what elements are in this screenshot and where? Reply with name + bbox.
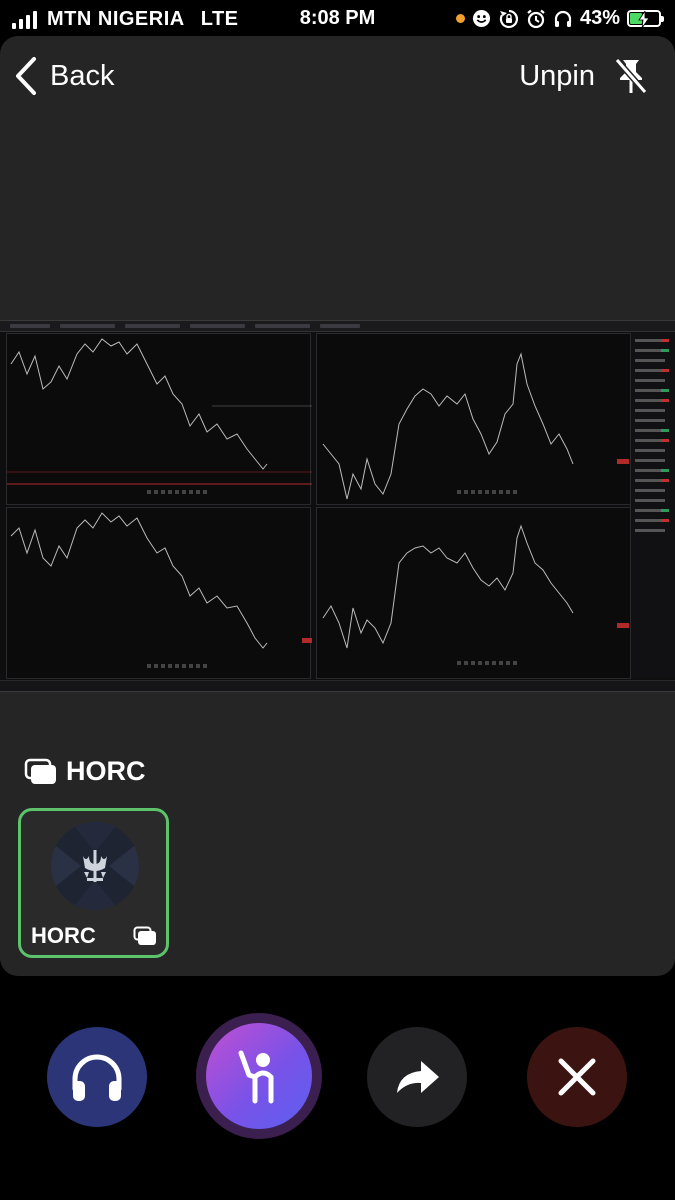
room-title: HORC bbox=[24, 756, 146, 787]
back-button[interactable]: Back bbox=[14, 56, 114, 96]
unpin-button[interactable]: Unpin bbox=[519, 56, 649, 96]
screen-share-icon bbox=[133, 926, 156, 945]
orange-dot bbox=[455, 14, 465, 23]
status-right: 43% bbox=[455, 7, 664, 30]
chart-footer bbox=[0, 680, 675, 691]
browser-tabs bbox=[0, 321, 675, 332]
headphones-icon bbox=[553, 9, 573, 29]
alarm-icon bbox=[526, 9, 546, 29]
unpin-icon bbox=[614, 58, 648, 94]
chart-pane-bottom-left bbox=[6, 507, 312, 679]
speaker-name: HORC bbox=[31, 923, 96, 948]
share-arrow-icon bbox=[397, 1061, 439, 1093]
battery-charging-icon bbox=[627, 10, 664, 28]
raise-hand-button[interactable] bbox=[206, 1023, 312, 1129]
watchlist-panel bbox=[630, 333, 675, 678]
shared-screen bbox=[0, 320, 675, 692]
battery-percent: 43% bbox=[579, 7, 620, 29]
screen-share-icon bbox=[24, 758, 56, 784]
space-controls bbox=[0, 976, 675, 1200]
listen-button[interactable] bbox=[47, 1027, 147, 1127]
close-icon bbox=[558, 1058, 596, 1096]
smiley-icon bbox=[472, 9, 492, 29]
space-card: Back Unpin HORC HORC bbox=[0, 36, 675, 976]
chevron-left-icon bbox=[16, 57, 36, 95]
back-label: Back bbox=[50, 59, 115, 92]
chart-pane-top-right bbox=[316, 333, 631, 505]
chart-pane-bottom-right bbox=[316, 507, 631, 679]
speaker-tile[interactable]: HORC bbox=[18, 808, 169, 958]
leave-button[interactable] bbox=[527, 1027, 627, 1127]
raise-hand-icon bbox=[238, 1050, 274, 1104]
rotation-lock-icon bbox=[499, 9, 519, 29]
share-button[interactable] bbox=[367, 1027, 467, 1127]
avatar bbox=[51, 822, 139, 910]
chart-pane-top-left bbox=[6, 333, 312, 505]
headphones-icon bbox=[72, 1054, 122, 1101]
room-title-text: HORC bbox=[66, 756, 146, 786]
status-bar: MTN NIGERIA LTE 8:08 PM 43% bbox=[0, 0, 675, 36]
unpin-label: Unpin bbox=[519, 59, 595, 92]
